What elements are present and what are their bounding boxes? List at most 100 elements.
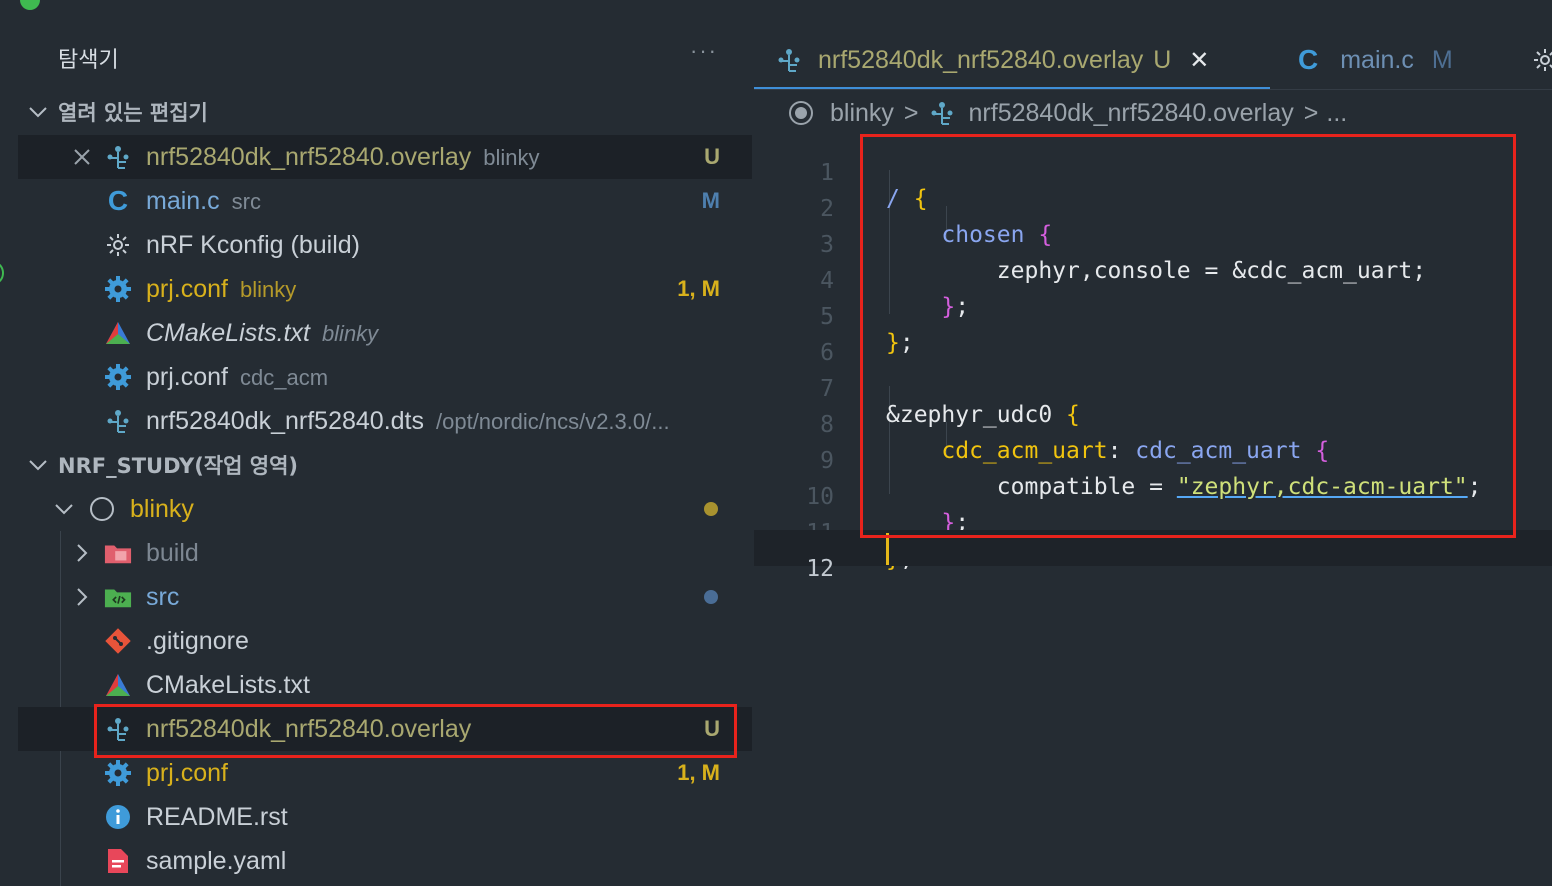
- editor-pane: nrf52840dk_nrf52840.overlay U ✕ C main.c…: [754, 0, 1552, 886]
- breadcrumb-separator: >: [903, 98, 919, 127]
- git-icon: [104, 627, 132, 655]
- file-label: build: [146, 538, 199, 567]
- status-indicator: [20, 0, 40, 10]
- code-editor[interactable]: 1 / { 2 chosen { 3 zephyr,console = &cdc…: [754, 134, 1552, 886]
- yaml-icon: [104, 847, 132, 875]
- breadcrumb-separator: >: [1303, 98, 1319, 127]
- close-icon[interactable]: [70, 145, 94, 169]
- code-line: 3 zephyr,console = &cdc_acm_uart;: [754, 206, 1552, 284]
- file-label: sample.yaml: [146, 846, 287, 875]
- file-label: nrf52840dk_nrf52840.dts: [146, 406, 424, 435]
- open-editors-title: 열려 있는 편집기: [58, 101, 208, 125]
- folder-blinky[interactable]: blinky: [18, 487, 752, 531]
- cmake-icon: [104, 319, 132, 347]
- more-actions-button[interactable]: ···: [690, 38, 718, 64]
- devicetree-icon: [104, 143, 132, 171]
- text-caret: [886, 533, 889, 565]
- tab-main-c[interactable]: C main.c M: [1298, 30, 1453, 90]
- build-folder-icon: [104, 539, 132, 567]
- file-desc: src: [231, 188, 261, 214]
- c-file-icon: C: [1298, 44, 1319, 75]
- code-line-current: 12: [754, 530, 1552, 582]
- breadcrumb-file[interactable]: nrf52840dk_nrf52840.overlay: [969, 99, 1294, 128]
- code-line: 6: [754, 314, 1552, 366]
- workspace-title: NRF_STUDY(작업 영역): [58, 454, 298, 478]
- breadcrumb: blinky > nrf52840dk_nrf52840.overlay > .…: [754, 92, 1552, 134]
- file-label: prj.conf: [146, 758, 228, 787]
- tab-overlay[interactable]: nrf52840dk_nrf52840.overlay U ✕: [776, 30, 1209, 90]
- tree-item-sample-yaml[interactable]: sample.yaml: [18, 839, 752, 883]
- gear-icon: [104, 759, 132, 787]
- code-line: 4 };: [754, 242, 1552, 320]
- file-label: prj.conf: [146, 274, 228, 303]
- modified-dot: [704, 502, 718, 516]
- tree-item-cmakelists[interactable]: CMakeLists.txt: [18, 663, 752, 707]
- edge-indicator: [0, 262, 4, 284]
- gear-icon: [104, 363, 132, 391]
- git-status-badge: U: [704, 716, 720, 741]
- circle-dot-icon: [788, 100, 814, 126]
- breadcrumb-folder[interactable]: blinky: [830, 99, 894, 128]
- file-desc: blinky: [239, 276, 297, 302]
- git-status-badge: U: [704, 144, 720, 169]
- folder-label: blinky: [130, 494, 194, 523]
- devicetree-icon: [104, 715, 132, 743]
- open-editor-item[interactable]: nrf52840dk_nrf52840.overlay blinky U: [18, 135, 752, 179]
- open-editors-header[interactable]: 열려 있는 편집기: [18, 90, 752, 134]
- breadcrumb-more[interactable]: ...: [1326, 99, 1347, 128]
- open-editor-item[interactable]: nrf52840dk_nrf52840.dts/opt/nordic/ncs/v…: [18, 399, 752, 443]
- tree-item-gitignore[interactable]: .gitignore: [18, 619, 752, 663]
- close-icon[interactable]: ✕: [1189, 46, 1209, 75]
- tree-item-build[interactable]: build: [18, 531, 752, 575]
- code-line: 10 };: [754, 458, 1552, 536]
- open-editor-item[interactable]: CMakeLists.txt blinky: [18, 311, 752, 355]
- chevron-down-icon: [52, 497, 76, 521]
- src-folder-icon: [104, 583, 132, 611]
- tree-item-src[interactable]: src: [18, 575, 752, 619]
- git-status-badge: 1, M: [677, 760, 720, 785]
- tree-item-prj-conf[interactable]: prj.conf 1, M: [18, 751, 752, 795]
- chevron-right-icon: [70, 585, 94, 609]
- chevron-right-icon: [70, 541, 94, 565]
- editor-tabs: nrf52840dk_nrf52840.overlay U ✕ C main.c…: [754, 30, 1552, 90]
- code-line: 1 / {: [754, 134, 1552, 212]
- file-label: nRF Kconfig (build): [146, 230, 360, 259]
- file-label: README.rst: [146, 802, 288, 831]
- line-number: 12: [806, 556, 834, 582]
- file-label: .gitignore: [146, 626, 249, 655]
- chevron-down-icon: [26, 100, 50, 124]
- settings-icon[interactable]: [1532, 30, 1552, 90]
- code-line: 8 cdc_acm_uart: cdc_acm_uart {: [754, 386, 1552, 464]
- tree-item-overlay[interactable]: nrf52840dk_nrf52840.overlay U: [18, 707, 752, 751]
- explorer-header: 탐색기 ···: [0, 30, 754, 82]
- file-label: nrf52840dk_nrf52840.overlay: [146, 714, 472, 743]
- tab-status: M: [1431, 45, 1453, 74]
- file-label: CMakeLists.txt: [146, 318, 310, 347]
- open-editor-item[interactable]: C main.c src M: [18, 179, 752, 223]
- code-line: 5 };: [754, 278, 1552, 356]
- explorer-title: 탐색기: [58, 48, 119, 73]
- code-line: 2 chosen {: [754, 170, 1552, 248]
- git-status-badge: M: [701, 188, 720, 213]
- file-desc: blinky: [321, 320, 379, 346]
- code-line: 7 &zephyr_udc0 {: [754, 350, 1552, 428]
- open-editor-item[interactable]: nRF Kconfig (build): [18, 223, 752, 267]
- file-desc: blinky: [483, 144, 540, 170]
- tab-label: main.c: [1340, 45, 1414, 74]
- file-label: prj.conf: [146, 362, 228, 391]
- tab-status: U: [1153, 45, 1172, 74]
- file-desc: /opt/nordic/ncs/v2.3.0/...: [436, 408, 670, 434]
- tab-label: nrf52840dk_nrf52840.overlay: [818, 45, 1144, 74]
- gear-icon: [104, 275, 132, 303]
- chevron-down-icon: [26, 453, 50, 477]
- circle-folder-icon: [88, 495, 116, 523]
- tree-item-readme[interactable]: README.rst: [18, 795, 752, 839]
- open-editor-item[interactable]: prj.conf cdc_acm: [18, 355, 752, 399]
- devicetree-icon: [104, 407, 132, 435]
- open-editor-item[interactable]: prj.conf blinky 1, M: [18, 267, 752, 311]
- file-label: nrf52840dk_nrf52840.overlay: [146, 142, 472, 171]
- c-file-icon: C: [107, 185, 129, 216]
- file-label: src: [146, 582, 180, 611]
- workspace-header[interactable]: NRF_STUDY(작업 영역): [18, 443, 752, 487]
- file-desc: cdc_acm: [239, 364, 329, 390]
